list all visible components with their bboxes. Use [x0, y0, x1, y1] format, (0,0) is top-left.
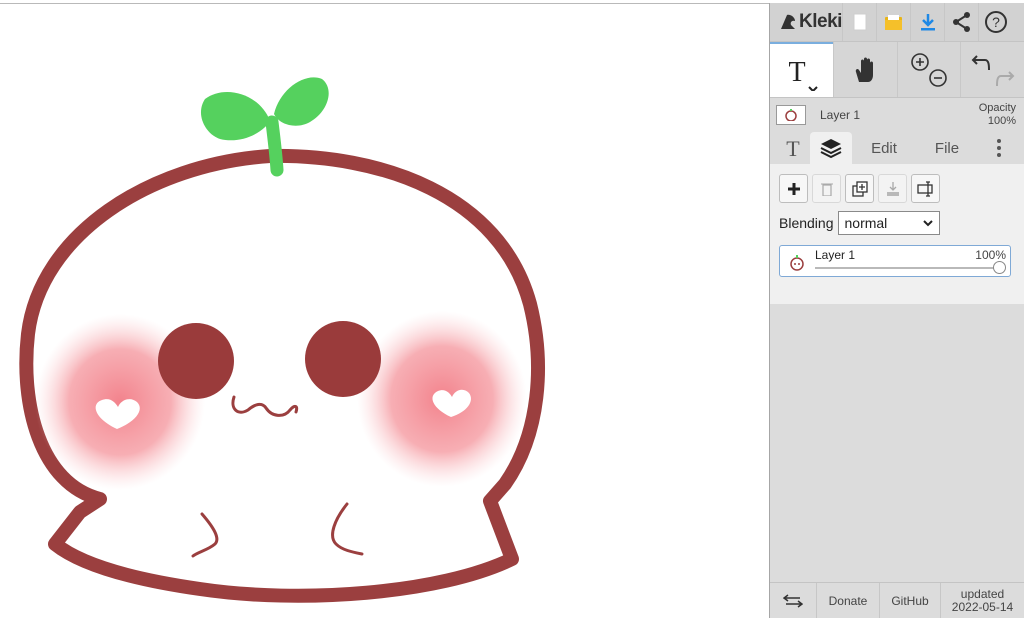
duplicate-icon: [851, 180, 868, 197]
tab-file[interactable]: File: [916, 132, 978, 164]
layer-opacity-slider[interactable]: [815, 261, 1006, 274]
character-drawing: [19, 77, 545, 603]
side-panel: Kleki ? T Layer 1 Opacity 100% T Edit Fi…: [769, 3, 1024, 618]
share-button[interactable]: [944, 3, 978, 41]
svg-text:T: T: [789, 57, 806, 88]
help-button[interactable]: ?: [978, 3, 1012, 41]
merge-down-icon: [886, 181, 899, 196]
new-image-icon: [853, 13, 866, 31]
layers-panel: Blending normal Layer 1 100%: [770, 164, 1024, 304]
more-vertical-icon: [997, 139, 1001, 157]
layer-thumbnail[interactable]: [776, 105, 806, 125]
layer-actions: [779, 174, 1024, 203]
zoom-button[interactable]: [896, 42, 961, 97]
kleki-logo-icon: [781, 14, 795, 29]
undo-redo-button[interactable]: [960, 42, 1024, 97]
layer-item-thumbnail: [790, 255, 804, 271]
text-tool-button[interactable]: T: [770, 42, 833, 97]
panel-tabs: T Edit File: [770, 132, 1024, 164]
new-image-button[interactable]: [842, 3, 876, 41]
rename-layer-button[interactable]: [911, 174, 940, 203]
current-layer-name: Layer 1: [820, 108, 861, 122]
hand-tool-icon: [855, 57, 874, 82]
blending-select[interactable]: normal: [837, 211, 940, 235]
layer-item-name: Layer 1: [815, 248, 856, 262]
trash-icon: [820, 183, 833, 196]
layers-icon: [820, 139, 842, 159]
slider-knob[interactable]: [993, 261, 1006, 274]
help-icon: ?: [984, 11, 1007, 33]
tab-layers[interactable]: [810, 132, 852, 164]
blending-row: Blending normal: [779, 211, 1024, 235]
open-file-button[interactable]: [876, 3, 910, 41]
donate-link[interactable]: Donate: [816, 583, 879, 618]
top-toolbar: Kleki ?: [770, 3, 1024, 42]
current-layer-info: Layer 1 Opacity 100%: [770, 98, 1024, 132]
kleki-logo[interactable]: Kleki: [770, 3, 842, 41]
layer-list-item[interactable]: Layer 1 100%: [779, 245, 1011, 277]
chevron-down-icon: [922, 219, 933, 226]
add-layer-button[interactable]: [779, 174, 808, 203]
updated-info[interactable]: updated 2022-05-14: [940, 583, 1024, 618]
layer-item-opacity: 100%: [975, 248, 1006, 262]
blending-value: normal: [844, 215, 888, 231]
updated-date: 2022-05-14: [951, 599, 1014, 614]
svg-text:T: T: [786, 137, 800, 159]
footer-bar: Donate GitHub updated 2022-05-14: [770, 582, 1024, 618]
hand-tool-button[interactable]: [832, 42, 897, 97]
blending-label: Blending: [779, 215, 834, 231]
text-tool-icon: T: [789, 57, 819, 91]
delete-layer-button[interactable]: [812, 174, 841, 203]
drawing-canvas[interactable]: [0, 3, 769, 619]
updated-label: updated: [960, 586, 1005, 601]
zoom-icon: [911, 52, 947, 87]
opacity-label: Opacity: [978, 102, 1016, 114]
github-link[interactable]: GitHub: [879, 583, 940, 618]
tool-row: T: [770, 42, 1024, 98]
opacity-value: 100%: [987, 115, 1016, 127]
layer-thumbnail-icon: [785, 109, 797, 121]
duplicate-layer-button[interactable]: [845, 174, 874, 203]
download-icon: [920, 14, 935, 31]
rename-icon: [916, 180, 933, 197]
swap-side-button[interactable]: [770, 583, 816, 618]
tab-edit[interactable]: Edit: [852, 132, 916, 164]
share-icon: [952, 12, 970, 32]
layer-opacity[interactable]: Opacity 100%: [979, 102, 1016, 128]
download-button[interactable]: [910, 3, 944, 41]
tab-tool-settings[interactable]: T: [776, 132, 810, 164]
app-name: Kleki: [799, 11, 842, 32]
undo-redo-icon: [971, 54, 1015, 86]
more-menu-button[interactable]: [978, 132, 1020, 164]
svg-text:?: ?: [992, 14, 1000, 30]
plus-icon: [787, 182, 800, 195]
merge-layer-button[interactable]: [878, 174, 907, 203]
swap-arrows-icon: [783, 593, 803, 608]
open-folder-icon: [884, 15, 902, 30]
text-tab-icon: T: [786, 137, 800, 159]
